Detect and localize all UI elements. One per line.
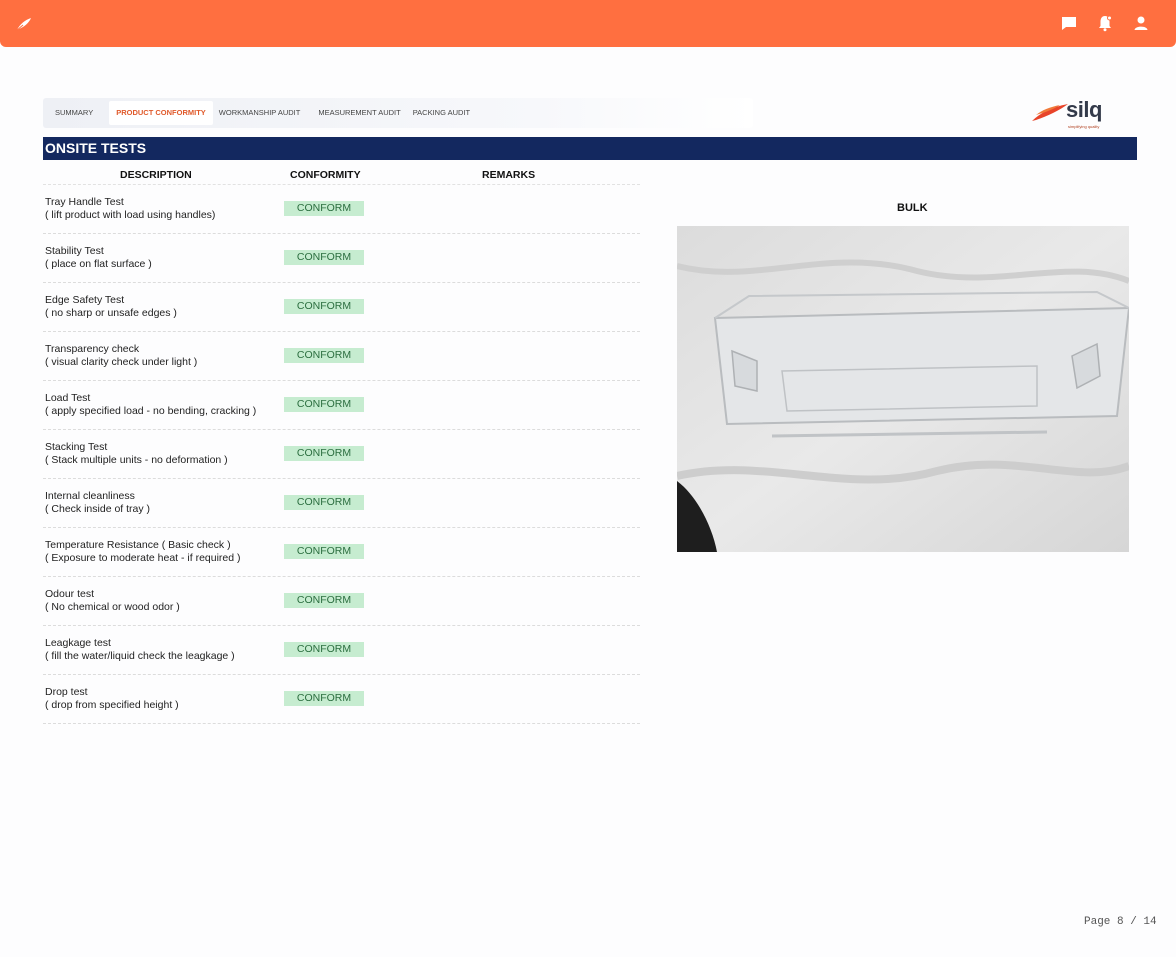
brand-wordmark: silq (1066, 97, 1102, 122)
conformity-badge: CONFORM (284, 495, 364, 510)
header-remarks: REMARKS (482, 169, 536, 181)
test-description: Tray Handle Test( lift product with load… (45, 196, 215, 222)
table-row: Stability Test( place on flat surface ) C… (43, 234, 640, 283)
test-name: Load Test (45, 392, 91, 404)
bell-icon[interactable] (1096, 14, 1114, 32)
tab-measurement-audit[interactable]: MEASUREMENT AUDIT (312, 101, 406, 125)
test-name: Leagkage test (45, 637, 111, 649)
test-name: Stacking Test (45, 441, 108, 453)
feather-icon[interactable] (14, 14, 34, 34)
test-description: Stability Test( place on flat surface ) (45, 245, 152, 271)
test-detail: ( fill the water/liquid check the leagka… (45, 650, 235, 662)
page-number: Page 8 / 14 (1084, 916, 1157, 928)
table-row: Drop test( drop from specified height ) C… (43, 675, 640, 724)
test-detail: ( place on flat surface ) (45, 258, 152, 270)
top-bar (0, 0, 1176, 47)
test-name: Temperature Resistance ( Basic check ) (45, 539, 231, 551)
header-description: DESCRIPTION (120, 169, 192, 181)
test-description: Edge Safety Test( no sharp or unsafe edg… (45, 294, 177, 320)
table-row: Transparency check( visual clarity check… (43, 332, 640, 381)
test-description: Load Test( apply specified load - no ben… (45, 392, 256, 418)
conformity-badge: CONFORM (284, 397, 364, 412)
test-name: Internal cleanliness (45, 490, 135, 502)
test-detail: ( Stack multiple units - no deformation … (45, 454, 228, 466)
report-page: SUMMARY PRODUCT CONFORMITY WORKMANSHIP A… (0, 47, 1176, 957)
tab-product-conformity[interactable]: PRODUCT CONFORMITY (109, 101, 213, 125)
silq-logo: silq simplifying quality (1030, 97, 1110, 133)
conformity-badge: CONFORM (284, 544, 364, 559)
test-detail: ( Check inside of tray ) (45, 503, 151, 515)
table-row: Temperature Resistance ( Basic check )( … (43, 528, 640, 577)
table-row: Stacking Test( Stack multiple units - no… (43, 430, 640, 479)
conformity-badge: CONFORM (284, 299, 364, 314)
chat-icon[interactable] (1060, 14, 1078, 32)
brand-tagline: simplifying quality (1068, 124, 1100, 129)
test-name: Drop test (45, 686, 88, 698)
conformity-badge: CONFORM (284, 348, 364, 363)
conformity-badge: CONFORM (284, 446, 364, 461)
table-row: Load Test( apply specified load - no ben… (43, 381, 640, 430)
photo-title: BULK (897, 202, 928, 214)
test-detail: ( no sharp or unsafe edges ) (45, 307, 177, 319)
test-name: Stability Test (45, 245, 104, 257)
report-tabs: SUMMARY PRODUCT CONFORMITY WORKMANSHIP A… (43, 98, 753, 128)
test-detail: ( drop from specified height ) (45, 699, 179, 711)
tab-workmanship-audit[interactable]: WORKMANSHIP AUDIT (213, 101, 307, 125)
test-description: Stacking Test( Stack multiple units - no… (45, 441, 228, 467)
conformity-badge: CONFORM (284, 691, 364, 706)
test-description: Leagkage test( fill the water/liquid che… (45, 637, 235, 663)
test-table: Tray Handle Test( lift product with load… (43, 185, 640, 724)
user-icon[interactable] (1132, 14, 1150, 32)
table-row: Edge Safety Test( no sharp or unsafe edg… (43, 283, 640, 332)
bulk-product-photo (676, 226, 1131, 552)
test-detail: ( visual clarity check under light ) (45, 356, 198, 368)
test-description: Drop test( drop from specified height ) (45, 686, 179, 712)
header-conformity: CONFORMITY (290, 169, 361, 181)
table-row: Internal cleanliness( Check inside of tr… (43, 479, 640, 528)
test-name: Edge Safety Test (45, 294, 125, 306)
conformity-badge: CONFORM (284, 250, 364, 265)
tab-summary[interactable]: SUMMARY (49, 101, 99, 125)
test-description: Transparency check( visual clarity check… (45, 343, 197, 369)
conformity-badge: CONFORM (284, 201, 364, 216)
table-row: Odour test( No chemical or wood odor ) CO… (43, 577, 640, 626)
test-detail: ( Exposure to moderate heat - if require… (45, 552, 241, 564)
test-detail: ( lift product with load using handles) (45, 209, 216, 221)
test-description: Odour test( No chemical or wood odor ) (45, 588, 180, 614)
table-row: Tray Handle Test( lift product with load… (43, 185, 640, 234)
test-detail: ( No chemical or wood odor ) (45, 601, 180, 613)
table-row: Leagkage test( fill the water/liquid che… (43, 626, 640, 675)
test-description: Internal cleanliness( Check inside of tr… (45, 490, 150, 516)
test-name: Odour test (45, 588, 95, 600)
test-description: Temperature Resistance ( Basic check )( … (45, 539, 241, 565)
conformity-badge: CONFORM (284, 642, 364, 657)
test-name: Tray Handle Test (45, 196, 124, 208)
conformity-badge: CONFORM (284, 593, 364, 608)
test-detail: ( apply specified load - no bending, cra… (45, 405, 257, 417)
section-title: ONSITE TESTS (45, 140, 147, 156)
section-banner: ONSITE TESTS (43, 137, 1137, 160)
test-name: Transparency check (45, 343, 140, 355)
tab-packing-audit[interactable]: PACKING AUDIT (407, 101, 476, 125)
